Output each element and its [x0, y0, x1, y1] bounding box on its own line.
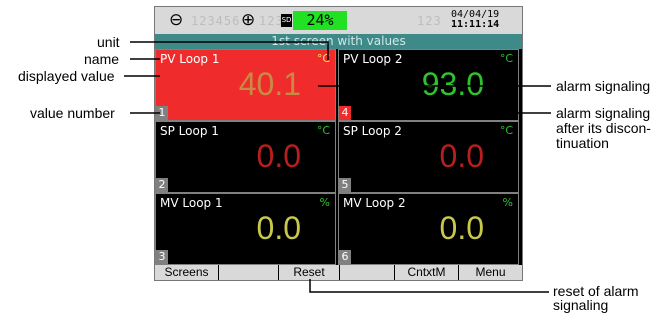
unit-callout-line	[130, 41, 329, 60]
alarm-after-annotation-2: after its discon-	[556, 120, 651, 136]
displayed-value-annotation: displayed value	[18, 68, 115, 84]
alarm-signaling-annotation: alarm signaling	[556, 78, 651, 94]
unit-annotation: unit	[97, 34, 120, 50]
value-number-annotation: value number	[30, 105, 115, 121]
alarm-after-annotation-3: tinuation	[556, 135, 609, 151]
alarm-after-annotation-1: alarm signaling	[556, 105, 651, 121]
name-annotation: name	[84, 51, 120, 67]
reset-annotation-2: signaling	[553, 297, 609, 313]
reset-callout-line	[309, 279, 549, 293]
